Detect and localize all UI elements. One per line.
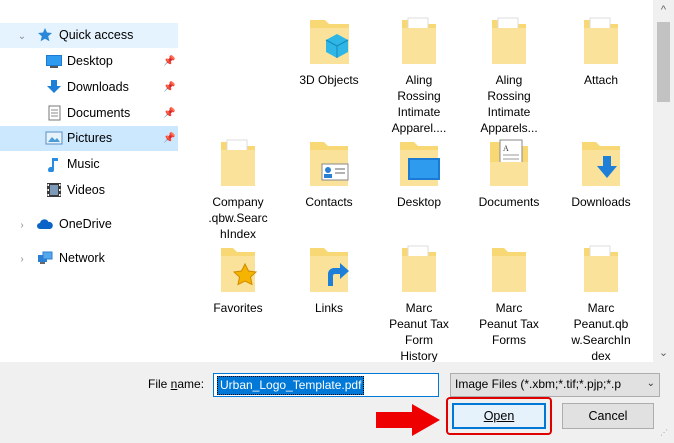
pictures-icon [45,130,63,146]
sidebar-item-label: OneDrive [59,217,112,231]
file-item-label: Contacts [305,195,353,209]
sidebar-item-label: Pictures [67,131,113,145]
star-icon [36,27,54,43]
chevron-down-icon[interactable]: ⌄ [17,31,27,42]
sidebar-item-label: Downloads [67,80,129,94]
desktop-folder-icon [394,136,444,190]
file-name-label: File name: [148,377,205,391]
file-type-select[interactable]: Image Files (*.xbm;*.tif;*.pjp;*.p ⌄ [450,373,660,397]
resize-grip-icon[interactable]: ⋰ [660,428,672,440]
sidebar-item-downloads[interactable]: Downloads 📌 [0,75,178,100]
file-item[interactable]: Aling Rossing Intimate Apparels... [464,14,554,136]
file-item-label: Desktop [396,195,442,209]
file-item[interactable]: Favorites [193,242,283,316]
file-item-label: Aling Rossing Intimate Apparel.... [391,73,447,135]
favorites-folder-icon [213,242,263,296]
file-item[interactable]: Desktop [374,136,464,210]
file-item-label: Marc Peanut Tax Form History [389,301,449,362]
file-item-label: Attach [583,73,619,87]
file-type-value: Image Files (*.xbm;*.tif;*.pjp;*.p [455,377,622,391]
contacts-folder-icon [304,136,354,190]
sidebar-item-videos[interactable]: Videos [0,178,178,203]
red-arrow-icon [376,404,440,436]
videos-icon [45,182,63,198]
downloads-folder-icon [576,136,626,190]
desktop-icon [45,53,63,69]
file-item[interactable]: Marc Peanut Tax Forms [464,242,554,348]
cloud-icon [36,216,54,232]
pin-icon: 📌 [163,133,176,144]
file-item[interactable]: Downloads [556,136,646,210]
navigation-pane: ⌄ Quick access Desktop 📌 Downloads 📌 Doc… [0,0,183,362]
sidebar-item-music[interactable]: Music [0,152,178,177]
chevron-right-icon[interactable]: › [17,220,27,231]
file-item-label: Favorites [213,301,263,315]
file-item-label: Marc Peanut.qb w.SearchIn dex [571,301,631,362]
sidebar-item-onedrive[interactable]: › OneDrive [0,212,178,237]
downloads-icon [45,79,63,95]
folder-icon [576,242,626,296]
file-name-input[interactable]: Urban_Logo_Template.pdf [213,373,439,397]
scroll-down-icon[interactable]: ⌄ [653,342,674,362]
sidebar-item-label: Music [67,157,100,171]
sidebar-item-label: Network [59,251,105,265]
file-item-label: Company .qbw.Searc hIndex [208,195,268,241]
folder-icon [484,242,534,296]
links-folder-icon [304,242,354,296]
sidebar-item-documents[interactable]: Documents 📌 [0,101,178,126]
nav-quick-access[interactable]: ⌄ Quick access [0,23,178,48]
file-item-label: Downloads [571,195,631,209]
sidebar-item-label: Videos [67,183,105,197]
file-item[interactable]: Marc Peanut.qb w.SearchIn dex [556,242,646,362]
documents-folder-icon: A [484,136,534,190]
file-item[interactable]: A Documents [464,136,554,210]
vertical-scrollbar[interactable]: ^ ⌄ [653,0,674,362]
scroll-up-icon[interactable]: ^ [653,0,674,20]
music-icon [45,156,63,172]
open-button[interactable]: Open [452,403,546,429]
dialog-footer: File name: Urban_Logo_Template.pdf Image… [0,362,674,443]
file-item-label: Aling Rossing Intimate Apparels... [480,73,538,135]
chevron-right-icon[interactable]: › [17,254,27,265]
file-item[interactable]: 3D Objects [284,14,374,88]
sidebar-item-desktop[interactable]: Desktop 📌 [0,49,178,74]
scrollbar-thumb[interactable] [657,22,670,102]
pin-icon: 📌 [163,82,176,93]
file-item[interactable]: Marc Peanut Tax Form History [374,242,464,362]
file-item-label: Marc Peanut Tax Forms [479,301,539,347]
folder-icon [576,14,626,68]
folder-icon [484,14,534,68]
folder-icon [394,14,444,68]
folder-icon [213,136,263,190]
pin-icon: 📌 [163,108,176,119]
svg-text:A: A [503,144,509,153]
pin-icon: 📌 [163,56,176,67]
sidebar-item-pictures[interactable]: Pictures 📌 [0,126,178,151]
file-item[interactable]: Contacts [284,136,374,210]
file-item-label: 3D Objects [299,73,359,87]
sidebar-item-network[interactable]: › Network [0,246,178,271]
documents-icon [45,105,63,121]
file-name-value: Urban_Logo_Template.pdf [217,376,365,395]
folder-icon [394,242,444,296]
file-item-label: Links [314,301,343,315]
chevron-down-icon: ⌄ [646,378,655,389]
file-item[interactable]: Links [284,242,374,316]
nav-quick-access-label: Quick access [59,28,134,42]
sidebar-item-label: Documents [67,106,131,120]
file-item[interactable]: Company .qbw.Searc hIndex [193,136,283,242]
file-item-label: Documents [478,195,540,209]
file-grid: 3D Objects Aling Rossing Intimate Appare… [183,0,653,362]
file-item[interactable]: Aling Rossing Intimate Apparel.... [374,14,464,136]
3d-objects-folder-icon [304,14,354,68]
cancel-button[interactable]: Cancel [562,403,654,429]
network-icon [36,250,54,266]
file-item[interactable]: Attach [556,14,646,88]
sidebar-item-label: Desktop [67,54,113,68]
